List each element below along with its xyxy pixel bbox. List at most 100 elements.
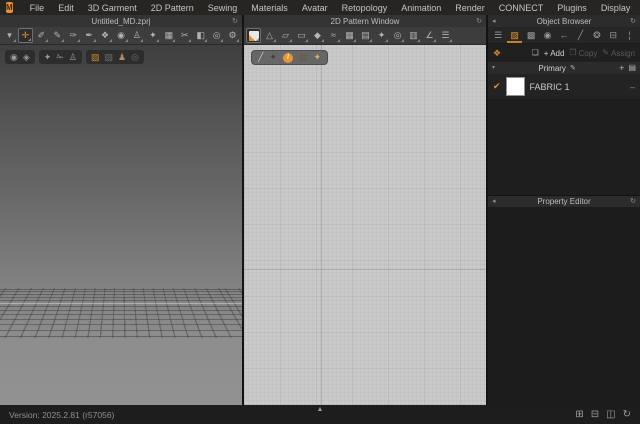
tool-transform-pattern-button[interactable]: ◣ (246, 28, 261, 43)
monochrome-surface-icon[interactable]: ◎ (131, 52, 139, 62)
tool-select-lasso-button[interactable]: ✐ (34, 28, 49, 43)
show-sewing-icon[interactable]: ✁ (56, 52, 64, 62)
pin-icon: ✑ (69, 30, 77, 40)
tool-avatar-button[interactable]: ♙ (130, 28, 145, 43)
tab-zipper[interactable]: ¦ (622, 27, 638, 43)
tab-buttonhole[interactable]: ⊟ (605, 27, 621, 43)
menu-item-connect[interactable]: CONNECT (492, 3, 551, 13)
tool-arrangement-grid-button[interactable]: ▦ (161, 28, 176, 43)
menu-item-3d-garment[interactable]: 3D Garment (81, 3, 144, 13)
panel-popout-icon[interactable]: ↻ (630, 18, 636, 25)
textured-surface-icon[interactable]: ▨ (91, 52, 100, 62)
panel-popout-icon[interactable]: ↻ (630, 198, 636, 205)
fabric-check-icon[interactable]: ✔ (493, 82, 501, 91)
single-view-layout-icon[interactable]: ⊞ (575, 409, 583, 420)
2d-window-title-bar[interactable]: 2D Pattern Window ↻ (244, 15, 486, 27)
menu-item-render[interactable]: Render (448, 3, 492, 13)
assign-fabric-button[interactable]: ✎ Assign (602, 49, 635, 58)
primary-section-header[interactable]: ▾ Primary ✎ + ▤ (488, 62, 640, 74)
reset-layout-icon[interactable]: ↻ (623, 409, 631, 420)
tool-fabric-texture-button[interactable]: ▤ (358, 28, 373, 43)
show-avatar-icon[interactable]: ♙ (69, 52, 77, 62)
rename-pencil-icon[interactable]: ✎ (570, 65, 576, 72)
show-texture-icon[interactable]: ✦ (313, 53, 321, 62)
remove-fabric-icon[interactable]: – (630, 82, 635, 92)
tool-zipper-button[interactable]: ☰ (438, 28, 453, 43)
property-editor-header[interactable]: ◂ Property Editor ↻ (488, 195, 640, 207)
tool-arrange-points-button[interactable]: ❖ (98, 28, 113, 43)
view-3d-mode-icon[interactable]: ◉ (10, 52, 18, 62)
tool-select-move-button[interactable]: ✛ (17, 28, 33, 43)
tab-button[interactable]: ❂ (589, 27, 605, 43)
tool-fit-check-button[interactable]: ◎ (209, 28, 224, 43)
menu-item-file[interactable]: File (23, 3, 52, 13)
menu-item-animation[interactable]: Animation (394, 3, 448, 13)
show-fabric-icon[interactable]: ▨ (299, 53, 308, 62)
tab-trim[interactable]: ◉ (539, 27, 555, 43)
tool-seam-allowance-button[interactable]: ▦ (342, 28, 357, 43)
tab-scene[interactable]: ☰ (490, 27, 506, 43)
folder-icon[interactable]: ▤ (628, 64, 636, 72)
dock-arrow-icon[interactable]: ◂ (492, 18, 496, 25)
tool-edit-sewing-button[interactable]: ≈ (326, 28, 341, 43)
tool-create-polygon-button[interactable]: ▱ (278, 28, 293, 43)
tab-fabric[interactable]: ▨ (506, 27, 523, 43)
dual-view-layout-icon[interactable]: ⊟ (591, 409, 599, 420)
tool-simulate-button[interactable]: ▾ (2, 28, 17, 43)
triple-view-layout-icon[interactable]: ◫ (606, 409, 615, 420)
add-fabric-button[interactable]: + Add (544, 49, 565, 58)
tool-pin-button[interactable]: ✑ (66, 28, 81, 43)
tool-settings-button[interactable]: ⚙ (225, 28, 240, 43)
tool-grading-button[interactable]: ▥ (406, 28, 421, 43)
tool-gizmo-sphere-button[interactable]: ◉ (114, 28, 129, 43)
tool-create-rectangle-button[interactable]: ▭ (294, 28, 309, 43)
3d-window-title-bar[interactable]: Untitled_MD.zprj ↻ (0, 15, 242, 27)
expand-bottom-panel-arrow[interactable]: ▲ (317, 406, 324, 413)
menu-item-edit[interactable]: Edit (51, 3, 81, 13)
fabric-swatch[interactable] (505, 77, 525, 96)
menu-item-retopology[interactable]: Retopology (335, 3, 395, 13)
md-logo-icon[interactable]: M (6, 2, 13, 13)
add-section-icon[interactable]: + (619, 63, 624, 73)
select-box-icon: ✎ (53, 30, 62, 40)
tab-stitch[interactable]: ╱ (572, 27, 588, 43)
object-browser-header[interactable]: ◂ Object Browser ↻ (488, 15, 640, 27)
mesh-surface-icon[interactable]: ♟ (118, 52, 126, 62)
tool-notch-button[interactable]: ◎ (390, 28, 405, 43)
fabric-list-item[interactable]: ✔ FABRIC 1 – (488, 74, 640, 100)
menu-item-sewing[interactable]: Sewing (201, 3, 245, 13)
tool-measure-button[interactable]: ∠ (422, 28, 437, 43)
dock-arrow-icon[interactable]: ◂ (492, 198, 496, 205)
menu-item-materials[interactable]: Materials (244, 3, 295, 13)
show-garment-icon[interactable]: ✦ (44, 52, 52, 62)
tool-sewing-pin-button[interactable]: ✒ (82, 28, 97, 43)
menu-item-display[interactable]: Display (594, 3, 638, 13)
show-garment-icon[interactable]: ✦ (269, 53, 277, 62)
tool-scissors-button[interactable]: ✂ (177, 28, 192, 43)
copy-fabric-button[interactable]: ❐ Copy (569, 49, 597, 58)
tool-edit-pattern-button[interactable]: △ (262, 28, 277, 43)
tool-select-box-button[interactable]: ✎ (50, 28, 65, 43)
tool-garment-button[interactable]: ✦ (374, 28, 389, 43)
menu-item-plugins[interactable]: Plugins (550, 3, 594, 13)
trim-icon: ◉ (543, 29, 552, 40)
panel-popout-icon[interactable]: ↻ (232, 18, 238, 25)
stitch-icon: ╱ (577, 29, 584, 40)
tab-graphic[interactable]: ▩ (523, 27, 539, 43)
thick-textured-surface-icon[interactable]: ▧ (104, 52, 113, 62)
menu-item-avatar[interactable]: Avatar (295, 3, 335, 13)
3d-viewport[interactable]: ◉ ◈ ✦ ✁ ♙ ▨ ▧ ♟ ◎ (0, 45, 242, 405)
panel-popout-icon[interactable]: ↻ (476, 18, 482, 25)
show-info-icon[interactable]: i (282, 52, 293, 63)
tab-topstitch[interactable]: ← (556, 27, 572, 43)
menu-item-2d-pattern[interactable]: 2D Pattern (144, 3, 201, 13)
simulate-icon: ▾ (7, 30, 12, 40)
tool-dart-button[interactable]: ◆ (310, 28, 325, 43)
paste-icon[interactable]: ❏ (532, 49, 539, 57)
show-stroke-icon[interactable]: ╱ (258, 53, 263, 62)
view-garment-mode-icon[interactable]: ◈ (23, 52, 30, 62)
tool-flatten-button[interactable]: ◧ (193, 28, 208, 43)
topstitch-icon: ← (559, 30, 569, 40)
tool-garment-fit-button[interactable]: ✦ (145, 28, 160, 43)
2d-pattern-canvas[interactable]: ╱ ✦ i ▨ ✦ (244, 45, 486, 405)
